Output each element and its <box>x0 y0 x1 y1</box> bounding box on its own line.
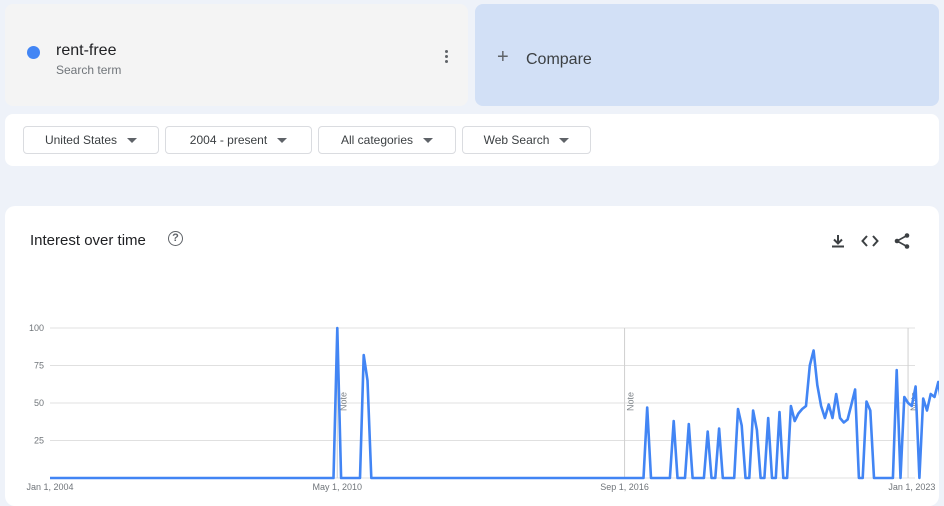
search-type-filter-label: Web Search <box>483 133 550 147</box>
search-term-card: rent-free Search term <box>5 4 468 106</box>
interest-over-time-card: Interest over time ? 25 50 75 100 Note Note No… <box>5 206 939 506</box>
y-tick-label: 75 <box>34 361 44 371</box>
time-range-filter-label: 2004 - present <box>189 133 268 147</box>
y-tick-label: 25 <box>34 436 44 446</box>
category-filter[interactable]: All categories <box>318 126 456 154</box>
x-tick-label: Jan 1, 2023 <box>888 482 935 492</box>
x-tick-label: Sep 1, 2016 <box>600 482 649 492</box>
search-term-subtitle: Search term <box>56 63 122 77</box>
series-color-dot <box>27 46 40 59</box>
plus-icon: + <box>497 46 509 68</box>
location-filter[interactable]: United States <box>23 126 159 154</box>
dropdown-arrow-icon <box>277 137 288 143</box>
search-term-name[interactable]: rent-free <box>56 42 116 60</box>
category-filter-label: All categories <box>340 133 414 147</box>
location-filter-label: United States <box>44 133 118 147</box>
compare-button[interactable]: + Compare <box>475 4 939 106</box>
x-tick-label: May 1, 2010 <box>313 482 363 492</box>
y-tick-label: 50 <box>34 398 44 408</box>
dropdown-arrow-icon <box>127 137 138 143</box>
more-options-icon[interactable] <box>441 50 451 68</box>
dropdown-arrow-icon <box>423 137 434 143</box>
compare-label: Compare <box>526 51 592 68</box>
y-tick-label: 100 <box>29 323 44 333</box>
note-label: Note <box>626 392 636 411</box>
time-range-filter[interactable]: 2004 - present <box>165 126 312 154</box>
x-tick-label: Jan 1, 2004 <box>26 482 73 492</box>
search-type-filter[interactable]: Web Search <box>462 126 591 154</box>
interest-line-chart: 255075100Note Note NoteJan 1, 2004 May 1, 2… <box>26 323 939 492</box>
filter-bar: United States 2004 - present All categor… <box>5 114 939 166</box>
dropdown-arrow-icon <box>559 137 570 143</box>
